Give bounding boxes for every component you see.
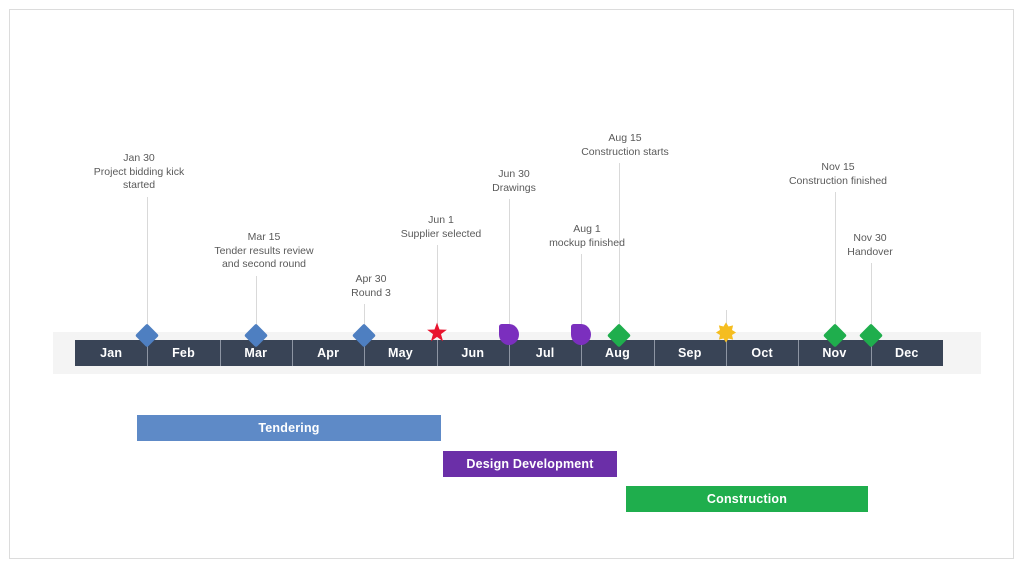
month-cell-jul[interactable]: Jul <box>508 340 581 366</box>
month-cell-apr[interactable]: Apr <box>291 340 364 366</box>
connector-line-4 <box>509 199 510 328</box>
milestone-text-8: Construction finished <box>788 174 888 187</box>
month-cell-oct[interactable]: Oct <box>725 340 798 366</box>
milestone-marker-star8-7[interactable] <box>715 322 737 343</box>
milestone-date-9: Nov 30 <box>853 232 887 244</box>
connector-line-0 <box>147 197 149 328</box>
milestone-date-2: Apr 30 <box>355 273 387 285</box>
milestone-date-6: Aug 15 <box>608 132 642 144</box>
milestone-date-4: Jun 30 <box>498 168 530 180</box>
milestone-label-3: Jun 1 Supplier selected <box>401 214 482 241</box>
phase-bar-design-development[interactable]: Design Development <box>443 451 617 477</box>
milestone-date-1: Mar 15 <box>247 231 281 243</box>
milestone-label-9: Nov 30 Handover <box>847 232 893 259</box>
timeline-chart-canvas: Jan 30 Project bidding kick started Mar 15… <box>0 0 1024 569</box>
milestone-text-9: Handover <box>847 245 893 258</box>
milestone-text-4: Drawings <box>492 181 536 194</box>
phase-bar-label: Design Development <box>466 457 594 471</box>
milestone-marker-teardrop-5[interactable] <box>571 324 592 345</box>
month-cell-may[interactable]: May <box>364 340 436 366</box>
connector-line-1 <box>255 276 257 328</box>
milestone-text-6: Construction starts <box>581 145 669 158</box>
milestone-label-5: Aug 1 mockup finished <box>549 223 625 250</box>
milestone-date-8: Nov 15 <box>821 161 855 173</box>
month-cell-feb[interactable]: Feb <box>147 340 219 366</box>
month-cell-sep[interactable]: Sep <box>653 340 726 366</box>
phase-bar-label: Tendering <box>258 421 320 435</box>
phase-bar-construction[interactable]: Construction <box>626 486 868 512</box>
month-cell-jan[interactable]: Jan <box>75 340 147 366</box>
milestone-text-3: Supplier selected <box>400 227 482 240</box>
milestone-date-0: Jan 30 <box>123 152 155 164</box>
milestone-text-2: Round 3 <box>351 286 391 299</box>
milestone-text-5: mockup finished <box>549 236 625 249</box>
milestone-date-3: Jun 1 <box>428 214 454 226</box>
milestone-label-4: Jun 30 Drawings <box>492 168 536 195</box>
milestone-label-6: Aug 15 Construction starts <box>581 132 669 159</box>
phase-bar-tendering[interactable]: Tendering <box>137 415 441 441</box>
phase-bar-label: Construction <box>706 492 788 506</box>
milestone-label-2: Apr 30 Round 3 <box>351 273 391 300</box>
connector-line-8 <box>834 192 836 328</box>
connector-line-3 <box>436 245 438 328</box>
month-cell-jun[interactable]: Jun <box>436 340 509 366</box>
milestone-label-1: Mar 15 Tender results review and second r… <box>214 231 313 272</box>
milestone-date-5: Aug 1 <box>573 223 601 235</box>
milestone-text-0: Project bidding kick started <box>93 165 185 192</box>
milestone-text-1: Tender results review and second round <box>214 244 314 271</box>
milestone-marker-teardrop-4[interactable] <box>499 324 519 345</box>
milestone-label-8: Nov 15 Construction finished <box>789 161 887 188</box>
milestone-label-0: Jan 30 Project bidding kick started <box>94 152 184 193</box>
month-cell-dec[interactable]: Dec <box>870 340 943 366</box>
milestone-marker-star5-3[interactable] <box>426 322 447 343</box>
connector-line-5 <box>581 254 583 328</box>
connector-line-9 <box>870 263 872 328</box>
